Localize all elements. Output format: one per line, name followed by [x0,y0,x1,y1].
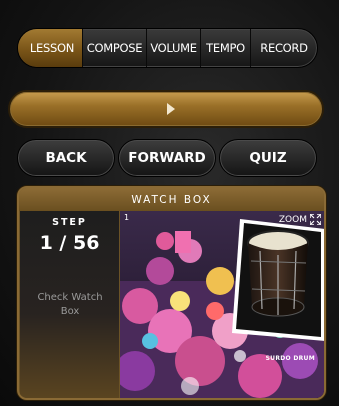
surdo-drum-inset [232,219,324,341]
tab-tempo[interactable]: TEMPO [201,29,251,67]
tab-lesson[interactable]: LESSON [18,29,83,67]
watch-box-title: WATCH BOX [19,188,324,211]
check-watch-box-link[interactable]: Check Watch Box [30,291,110,319]
watch-box-image[interactable]: 1 ZOOM SURDO DRUM [120,211,324,398]
tab-volume[interactable]: VOLUME [147,29,201,67]
zoom-button[interactable]: ZOOM [279,214,321,225]
back-button[interactable]: BACK [17,139,115,177]
watch-box: WATCH BOX STEP 1 / 56 Check Watch Box 1 … [17,186,326,400]
play-icon[interactable] [167,103,175,115]
step-label: STEP [52,217,87,228]
zoom-label: ZOOM [278,214,307,225]
tab-record[interactable]: RECORD [251,29,317,67]
step-counter: 1 / 56 [39,232,100,254]
progress-bar[interactable] [8,90,324,128]
step-panel: STEP 1 / 56 Check Watch Box [20,211,119,398]
tab-compose[interactable]: COMPOSE [83,29,147,67]
image-frame-number: 1 [124,213,130,222]
carnival-float-image [120,211,324,398]
mode-tabs: LESSON COMPOSE VOLUME TEMPO RECORD [17,28,318,68]
expand-icon [310,214,321,225]
image-caption: SURDO DRUM [265,355,315,362]
quiz-button[interactable]: QUIZ [219,139,317,177]
forward-button[interactable]: FORWARD [118,139,216,177]
